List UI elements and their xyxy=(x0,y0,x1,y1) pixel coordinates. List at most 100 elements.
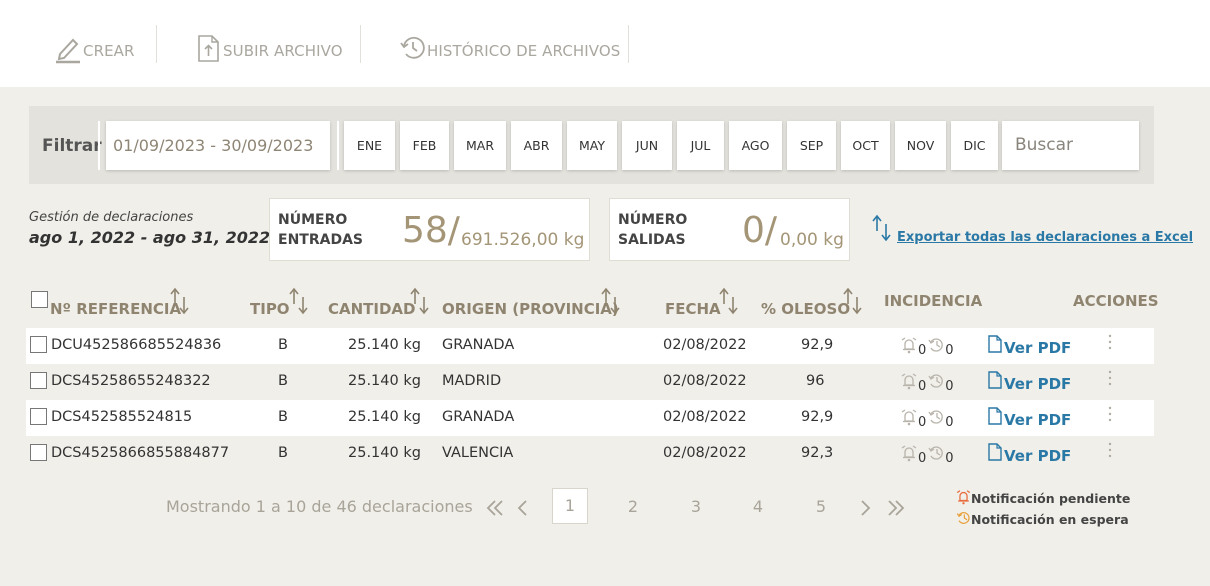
view-pdf-label: Ver PDF xyxy=(1004,375,1072,393)
header-origin[interactable]: ORIGEN (PROVINCIA) xyxy=(442,300,619,318)
create-label: CREAR xyxy=(83,42,135,60)
row-checkbox[interactable] xyxy=(30,444,47,461)
toolbar-divider xyxy=(156,25,157,63)
month-button-dic[interactable]: DIC xyxy=(951,121,998,170)
cell-origin: GRANADA xyxy=(442,337,515,353)
page-button[interactable]: 3 xyxy=(686,497,706,516)
legend-pending-label: Notificación pendiente xyxy=(971,491,1131,506)
view-pdf-link[interactable]: Ver PDF xyxy=(988,335,1071,357)
cell-reference: DCS4525866855884877 xyxy=(51,445,230,461)
row-checkbox[interactable] xyxy=(30,372,47,389)
incidence-cell: 0 0 xyxy=(901,372,956,394)
sort-reference-icon[interactable] xyxy=(169,287,191,319)
view-pdf-label: Ver PDF xyxy=(1004,339,1072,357)
date-range-input[interactable]: 01/09/2023 - 30/09/2023 xyxy=(106,121,330,170)
header-reference[interactable]: Nº REFERENCIA xyxy=(50,300,181,318)
header-type[interactable]: TIPO xyxy=(250,300,290,318)
exits-label-line1: NÚMERO xyxy=(618,212,688,228)
management-title: Gestión de declaraciones xyxy=(29,210,194,225)
cell-quantity: 25.140 kg xyxy=(348,445,421,461)
alarm-bell-icon xyxy=(901,408,917,430)
cell-oil-percent: 92,9 xyxy=(801,409,834,425)
month-button-oct[interactable]: OCT xyxy=(841,121,890,170)
file-history-button[interactable]: HISTÓRICO DE ARCHIVOS xyxy=(399,28,620,64)
history-label: HISTÓRICO DE ARCHIVOS xyxy=(427,42,621,60)
sort-oil-percent-icon[interactable] xyxy=(842,287,864,319)
exits-label-line2: SALIDAS xyxy=(618,232,686,248)
more-actions-icon[interactable] xyxy=(1107,442,1117,462)
incidence-cell: 0 0 xyxy=(901,444,956,466)
document-icon xyxy=(988,443,1002,465)
cell-origin: GRANADA xyxy=(442,409,515,425)
page-button[interactable]: 5 xyxy=(811,497,831,516)
upload-file-button[interactable]: SUBIR ARCHIVO xyxy=(197,28,343,64)
create-button[interactable]: CREAR xyxy=(55,28,135,64)
toolbar-divider xyxy=(360,25,361,63)
last-page-icon[interactable] xyxy=(886,498,906,522)
month-button-ene[interactable]: ENE xyxy=(344,121,395,170)
sort-quantity-icon[interactable] xyxy=(409,287,431,319)
cell-date: 02/08/2022 xyxy=(663,445,747,461)
page-button[interactable]: 2 xyxy=(623,497,643,516)
management-date-range: ago 1, 2022 - ago 31, 2022 xyxy=(29,228,271,247)
entries-amount: 691.526,00 kg xyxy=(461,230,585,250)
previous-page-icon[interactable] xyxy=(516,498,530,522)
cell-quantity: 25.140 kg xyxy=(348,337,421,353)
cell-origin: VALENCIA xyxy=(442,445,514,461)
cell-reference: DCU452586685524836 xyxy=(51,337,222,353)
exits-amount: 0,00 kg xyxy=(780,230,844,250)
toolbar-divider xyxy=(628,25,629,63)
month-button-nov[interactable]: NOV xyxy=(895,121,946,170)
export-excel-link[interactable]: Exportar todas las declaraciones a Excel xyxy=(871,214,1193,246)
cell-reference: DCS45258655248322 xyxy=(51,373,211,389)
next-page-icon[interactable] xyxy=(858,498,872,522)
cell-quantity: 25.140 kg xyxy=(348,409,421,425)
sort-date-icon[interactable] xyxy=(718,287,740,319)
entries-stat-card: NÚMERO ENTRADAS 58/ 691.526,00 kg xyxy=(269,198,590,261)
header-actions: ACCIONES xyxy=(1073,292,1159,310)
cell-type: B xyxy=(278,445,288,461)
cell-quantity: 25.140 kg xyxy=(348,373,421,389)
clock-icon xyxy=(928,408,944,430)
month-button-jul[interactable]: JUL xyxy=(677,121,724,170)
pagination-info: Mostrando 1 a 10 de 46 declaraciones xyxy=(166,497,473,516)
view-pdf-link[interactable]: Ver PDF xyxy=(988,443,1071,465)
header-incidence: INCIDENCIA xyxy=(884,292,983,310)
select-all-checkbox[interactable] xyxy=(31,291,48,308)
more-actions-icon[interactable] xyxy=(1107,370,1117,390)
page-button-current[interactable]: 1 xyxy=(552,488,588,524)
incidence-cell: 0 0 xyxy=(901,408,956,430)
month-button-abr[interactable]: ABR xyxy=(511,121,562,170)
month-button-feb[interactable]: FEB xyxy=(400,121,449,170)
waiting-count: 0 xyxy=(945,451,954,466)
first-page-icon[interactable] xyxy=(485,498,505,522)
document-icon xyxy=(988,407,1002,429)
view-pdf-link[interactable]: Ver PDF xyxy=(988,407,1071,429)
header-quantity[interactable]: CANTIDAD xyxy=(328,300,416,318)
sort-arrows-icon xyxy=(871,214,893,246)
row-checkbox[interactable] xyxy=(30,336,47,353)
row-checkbox[interactable] xyxy=(30,408,47,425)
filter-divider xyxy=(98,121,100,170)
entries-label-line1: NÚMERO xyxy=(278,212,348,228)
view-pdf-label: Ver PDF xyxy=(1004,447,1072,465)
view-pdf-link[interactable]: Ver PDF xyxy=(988,371,1071,393)
month-button-mar[interactable]: MAR xyxy=(454,121,506,170)
header-oil-percent[interactable]: % OLEOSO xyxy=(761,300,850,318)
page-button[interactable]: 4 xyxy=(748,497,768,516)
month-button-may[interactable]: MAY xyxy=(567,121,617,170)
alarm-bell-icon xyxy=(901,444,917,466)
pending-count: 0 xyxy=(918,379,927,394)
search-input[interactable]: Buscar xyxy=(1002,121,1139,170)
more-actions-icon[interactable] xyxy=(1107,334,1117,354)
sort-type-icon[interactable] xyxy=(288,287,310,319)
cell-origin: MADRID xyxy=(442,373,502,389)
sort-origin-icon[interactable] xyxy=(600,287,622,319)
header-date[interactable]: FECHA xyxy=(665,300,721,318)
month-button-sep[interactable]: SEP xyxy=(787,121,836,170)
filter-divider xyxy=(337,121,339,170)
month-button-jun[interactable]: JUN xyxy=(622,121,672,170)
more-actions-icon[interactable] xyxy=(1107,406,1117,426)
month-button-ago[interactable]: AGO xyxy=(729,121,782,170)
cell-oil-percent: 92,3 xyxy=(801,445,834,461)
